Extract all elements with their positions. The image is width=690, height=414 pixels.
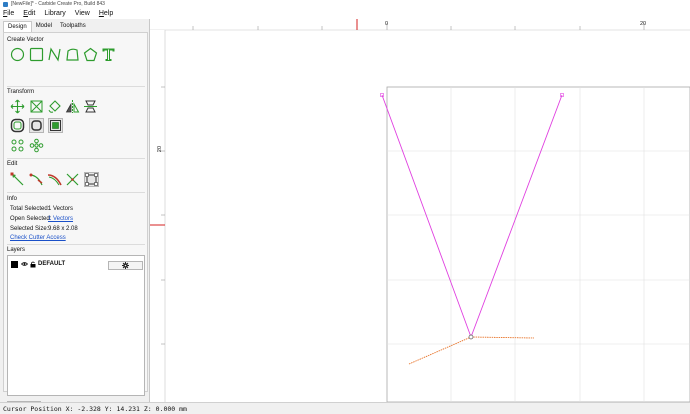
ruler-label-left-20: 20 [157,146,163,152]
design-canvas[interactable]: 0 20 20 [150,19,690,403]
rotate-icon[interactable] [47,99,62,114]
section-transform: Transform [7,89,35,95]
open-selected-link[interactable]: 1 Vectors [48,216,73,222]
polyline-icon[interactable] [47,47,62,62]
cursor-position: Cursor Position X: -2.328 Y: 14.231 Z: 0… [3,404,187,413]
status-bar: Cursor Position X: -2.328 Y: 14.231 Z: 0… [0,402,690,414]
tab-toolpaths[interactable]: Toolpaths [56,21,90,32]
info-total-selected: Total Selected: 1 Vectors [10,206,73,212]
node-edit-icon[interactable] [10,172,25,187]
ruler-label-20: 20 [640,21,646,27]
eye-icon[interactable] [21,261,28,267]
info-selected-size: Selected Size: 9.68 x 2.08 [10,226,78,232]
tab-design[interactable]: Design [3,21,32,32]
circular-array-icon[interactable] [10,138,25,153]
menu-edit[interactable]: Edit [23,10,35,17]
rectangle-icon[interactable] [29,47,44,62]
text-icon[interactable] [101,47,116,62]
app-icon [3,1,8,7]
info-total-selected-label: Total Selected: [10,206,50,212]
divider [7,244,145,245]
gear-icon [122,262,129,269]
layer-settings-button[interactable] [108,261,143,270]
left-ruler [150,30,165,402]
top-ruler [150,19,690,30]
pentagon-icon[interactable] [83,47,98,62]
section-create-vector: Create Vector [7,37,44,43]
fillet-icon[interactable] [29,118,44,133]
section-edit: Edit [7,161,18,167]
info-total-selected-value: 1 Vectors [48,206,74,212]
left-panel: Design Model Toolpaths Create Vector Tra… [0,19,150,411]
trim-icon[interactable] [29,172,44,187]
lock-icon[interactable] [30,261,36,268]
tab-bar: Design Model Toolpaths [3,21,90,32]
info-selected-size-value: 9.68 x 2.08 [48,226,78,232]
offset-icon[interactable] [10,118,25,133]
title-bar: [NewFile]* - Carbide Create Pro, Build 8… [0,0,690,8]
layer-row[interactable]: DEFAULT [11,259,143,270]
menu-view[interactable]: View [75,10,90,17]
boolean-icon[interactable] [48,118,63,133]
canvas-svg[interactable]: 0 20 20 [150,19,690,403]
align-icon[interactable] [83,99,98,114]
info-open-selected: Open Selected: 1 Vectors [10,216,73,222]
cut-icon[interactable] [65,172,80,187]
rectangular-array-icon[interactable] [29,138,44,153]
vertex-node[interactable] [468,334,474,340]
divider [7,86,145,87]
polygon-shape-icon[interactable] [65,47,80,62]
window-title: [NewFile]* - Carbide Create Pro, Build 8… [11,1,105,7]
menu-library[interactable]: Library [44,10,65,17]
join-icon[interactable] [84,172,99,187]
layers-list: DEFAULT [7,255,145,396]
menu-help[interactable]: Help [99,10,113,17]
info-selected-size-label: Selected Size: [10,226,49,232]
layer-name: DEFAULT [38,261,66,267]
material-area [386,86,690,403]
section-info: Info [7,196,18,202]
move-icon[interactable] [10,99,25,114]
menu-file[interactable]: File [3,10,14,17]
scale-icon[interactable] [29,99,44,114]
section-layers: Layers [7,247,26,253]
ruler-label-0: 0 [385,21,388,27]
check-cutter-access-link[interactable]: Check Cutter Access [10,235,66,241]
divider [7,192,145,193]
circle-icon[interactable] [10,47,25,62]
mirror-icon[interactable] [65,99,80,114]
menu-bar: File Edit Library View Help [0,8,690,19]
divider [7,158,145,159]
tab-model[interactable]: Model [32,21,56,32]
layer-color-swatch[interactable] [11,260,18,268]
info-open-selected-label: Open Selected: [10,216,52,222]
bezier-edit-icon[interactable] [47,172,62,187]
